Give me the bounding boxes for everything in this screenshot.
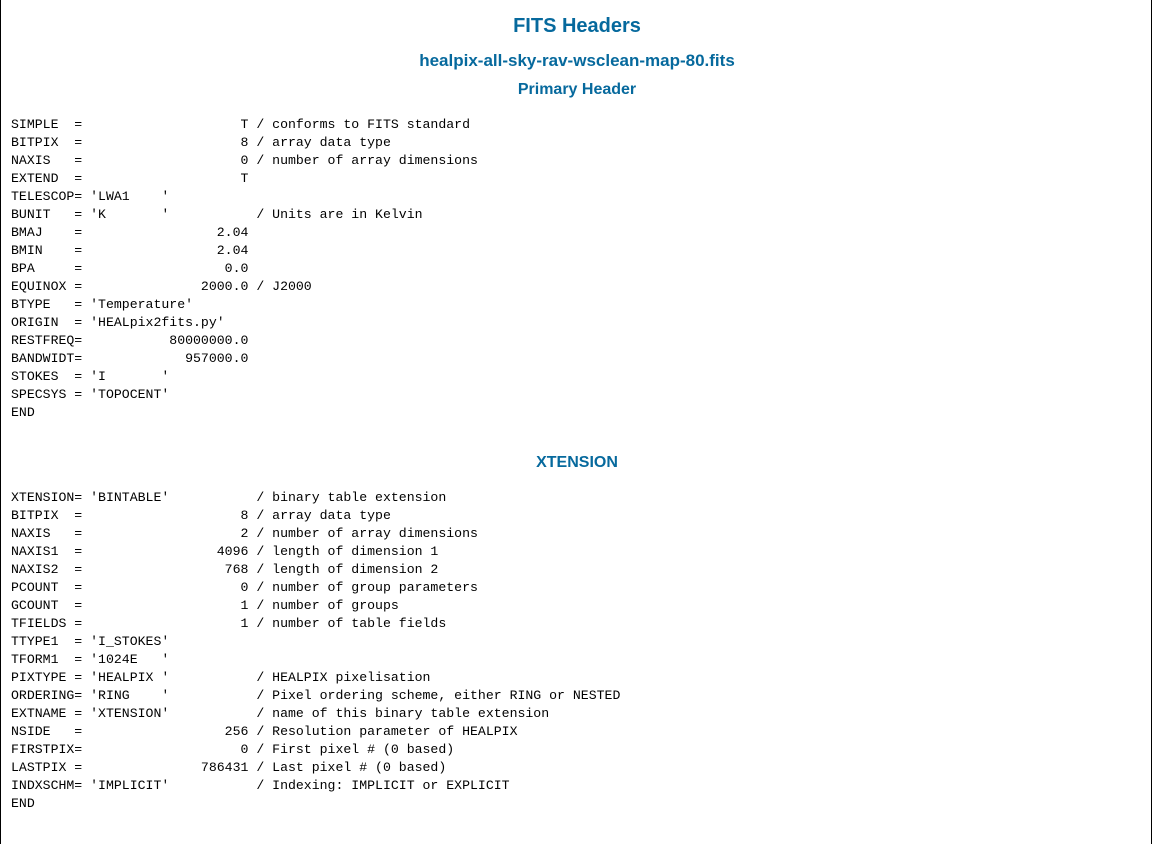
window-frame <box>0 0 1152 844</box>
